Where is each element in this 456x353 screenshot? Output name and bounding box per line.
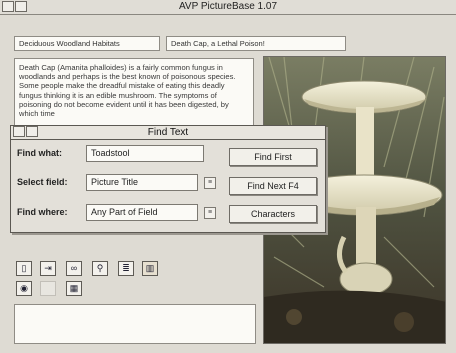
find-what-input[interactable]: Toadstool — [86, 145, 204, 162]
select-field-dropdown-icon[interactable]: ≡ — [204, 177, 216, 189]
select-field-value[interactable]: Picture Title — [86, 174, 198, 191]
window-title: AVP PictureBase 1.07 — [178, 1, 278, 12]
select-field-label: Select field: — [17, 177, 68, 187]
dialog-close-box[interactable] — [13, 126, 25, 137]
dialog-title: Find Text — [147, 127, 189, 138]
dialog-title-bar[interactable]: Find Text — [11, 126, 325, 140]
notes-box[interactable] — [14, 304, 256, 344]
find-what-label: Find what: — [17, 148, 62, 158]
binoculars-icon[interactable]: ∞ — [66, 261, 82, 276]
blank-icon — [40, 281, 56, 296]
sound-icon[interactable]: ◉ — [16, 281, 32, 296]
record-icon[interactable]: ▯ — [16, 261, 32, 276]
title-bar[interactable]: AVP PictureBase 1.07 — [0, 0, 456, 15]
find-where-value[interactable]: Any Part of Field — [86, 204, 198, 221]
caption-field[interactable]: Death Cap, a Lethal Poison! — [166, 36, 346, 51]
disk-stack-icon[interactable]: ≣ — [118, 261, 134, 276]
dialog-zoom-box[interactable] — [26, 126, 38, 137]
find-where-label: Find where: — [17, 207, 68, 217]
find-first-button[interactable]: Find First — [229, 148, 317, 166]
record-next-icon[interactable]: ⇥ — [40, 261, 56, 276]
find-next-button[interactable]: Find Next F4 — [229, 177, 317, 195]
magnifier-icon[interactable]: ⚲ — [92, 261, 108, 276]
find-where-dropdown-icon[interactable]: ≡ — [204, 207, 216, 219]
picturebase-window: AVP PictureBase 1.07 Deciduous Woodland … — [0, 0, 456, 353]
habitat-field[interactable]: Deciduous Woodland Habitats — [14, 36, 160, 51]
find-text-dialog: Find Text Find what: Toadstool Find Firs… — [10, 125, 326, 233]
chart-icon[interactable]: ▥ — [142, 261, 158, 276]
palette-icon[interactable]: ▦ — [66, 281, 82, 296]
characters-button[interactable]: Characters — [229, 205, 317, 223]
